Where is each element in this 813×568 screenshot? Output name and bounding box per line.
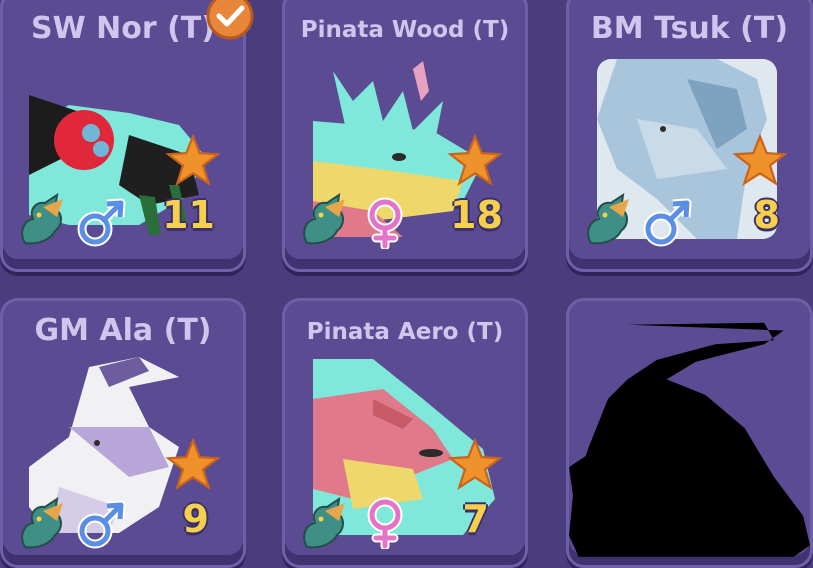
pet-level: 18 [450, 193, 503, 237]
pet-level: 7 [462, 497, 489, 541]
star-icon [732, 133, 788, 189]
pet-card-redacted[interactable] [566, 298, 813, 568]
star-icon [447, 133, 503, 189]
pet-card[interactable]: GM Ala (T) 9 [0, 298, 246, 568]
star-icon [165, 437, 221, 493]
pet-name: GM Ala (T) [34, 313, 212, 348]
male-symbol-icon [75, 197, 127, 249]
male-symbol-icon [75, 499, 127, 551]
checkmark-badge-icon [205, 0, 255, 42]
star-icon [165, 133, 221, 189]
pet-level: 11 [162, 193, 215, 237]
male-symbol-icon [641, 197, 693, 249]
female-symbol-icon [359, 497, 411, 551]
pet-grid: SW Nor (T) 11 Pinata Wood (T) 18 BM Tsuk… [0, 0, 813, 568]
pet-name: Pinata Aero (T) [306, 319, 504, 345]
redaction-scribble [569, 322, 810, 557]
pet-card[interactable]: Pinata Wood (T) 18 [282, 0, 528, 272]
pet-level: 9 [182, 497, 209, 541]
pet-name: Pinata Wood (T) [300, 17, 510, 43]
pet-card[interactable]: BM Tsuk (T) 8 [566, 0, 813, 272]
pet-card[interactable]: Pinata Aero (T) 7 [282, 298, 528, 568]
dragon-species-icon [299, 496, 349, 551]
pet-name: BM Tsuk (T) [590, 11, 789, 46]
dragon-species-icon [299, 192, 349, 247]
dragon-species-icon [583, 192, 633, 247]
star-icon [447, 437, 503, 493]
pet-level: 8 [753, 193, 780, 237]
dragon-species-icon [17, 192, 67, 247]
dragon-species-icon [17, 496, 67, 551]
female-symbol-icon [359, 197, 411, 251]
